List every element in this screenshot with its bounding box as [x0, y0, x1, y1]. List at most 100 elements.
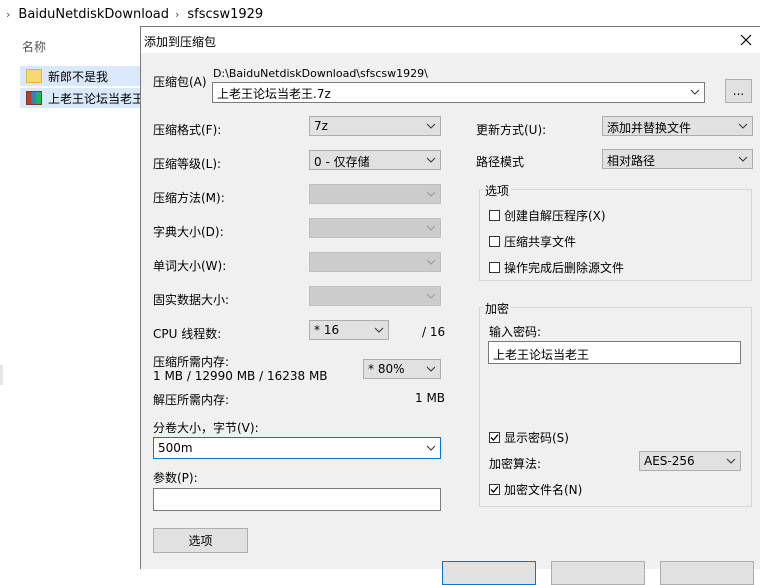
- chevron-down-icon: [426, 259, 436, 265]
- algo-select[interactable]: AES-256: [639, 451, 741, 471]
- mem-comp-value: 1 MB / 12990 MB / 16238 MB: [153, 369, 328, 383]
- threads-select[interactable]: * 16: [309, 320, 389, 340]
- format-label: 压缩格式(F):: [153, 123, 222, 137]
- format-value: 7z: [314, 119, 328, 133]
- path-mode-value: 相对路径: [607, 154, 656, 168]
- chevron-down-icon: [426, 157, 436, 163]
- file-name: 新郎不是我: [48, 69, 109, 84]
- chevron-right-icon: ›: [6, 7, 11, 21]
- encrypt-names-label: 加密文件名(N): [504, 483, 583, 497]
- chevron-down-icon: [690, 89, 700, 95]
- options-group-title: 选项: [483, 182, 512, 199]
- password-input[interactable]: 上老王论坛当老王: [488, 341, 741, 364]
- sfx-checkbox[interactable]: 创建自解压程序(X): [489, 207, 606, 224]
- volume-value: 500m: [158, 441, 193, 455]
- path-mode-label: 路径模式: [476, 155, 525, 169]
- level-select[interactable]: 0 - 仅存储: [309, 150, 441, 170]
- update-value: 添加并替换文件: [607, 121, 692, 135]
- params-input[interactable]: [153, 488, 441, 511]
- chevron-down-icon: [726, 458, 736, 464]
- chevron-down-icon: [426, 191, 436, 197]
- options-button[interactable]: 选项: [153, 528, 248, 553]
- shared-files-label: 压缩共享文件: [504, 235, 577, 249]
- encryption-group-title: 加密: [483, 300, 512, 317]
- folder-icon: [26, 69, 42, 83]
- dict-select: [309, 218, 441, 238]
- archive-icon: [26, 91, 42, 105]
- checkmark-icon: [490, 486, 499, 493]
- volume-combo[interactable]: 500m: [153, 437, 441, 459]
- mem-percent-select[interactable]: * 80%: [363, 359, 441, 379]
- mem-decomp-label: 解压所需内存:: [153, 393, 230, 407]
- shared-files-checkbox[interactable]: 压缩共享文件: [489, 233, 576, 250]
- archive-name-value: 上老王论坛当老王.7z: [217, 87, 331, 101]
- breadcrumb-item-folder[interactable]: sfscsw1929: [187, 7, 263, 22]
- method-label: 压缩方法(M):: [153, 191, 225, 205]
- sfx-label: 创建自解压程序(X): [504, 209, 606, 223]
- dialog-title: 添加到压缩包: [144, 35, 217, 49]
- algo-value: AES-256: [644, 454, 695, 468]
- chevron-down-icon: [426, 293, 436, 299]
- chevron-down-icon: [738, 123, 748, 129]
- scroll-edge: [0, 365, 3, 385]
- archive-label: 压缩包(A): [153, 75, 207, 89]
- word-label: 单词大小(W):: [153, 259, 227, 273]
- chevron-down-icon: [738, 156, 748, 162]
- path-mode-select[interactable]: 相对路径: [602, 149, 753, 169]
- show-password-checkbox[interactable]: 显示密码(S): [489, 429, 569, 446]
- level-value: 0 - 仅存储: [314, 155, 370, 169]
- chevron-down-icon: [426, 366, 436, 372]
- show-password-label: 显示密码(S): [504, 431, 569, 445]
- checkbox-box[interactable]: [489, 262, 500, 273]
- threads-value: * 16: [314, 323, 340, 337]
- mem-comp-label: 压缩所需内存:: [153, 355, 230, 369]
- delete-source-label: 操作完成后删除源文件: [504, 261, 625, 275]
- encrypt-names-checkbox[interactable]: 加密文件名(N): [489, 481, 582, 498]
- close-button[interactable]: [731, 27, 760, 53]
- checkbox-box[interactable]: [489, 236, 500, 247]
- volume-label: 分卷大小，字节(V):: [153, 421, 259, 435]
- format-select[interactable]: 7z: [309, 116, 441, 136]
- delete-source-checkbox[interactable]: 操作完成后删除源文件: [489, 259, 624, 276]
- algo-label: 加密算法:: [489, 457, 542, 471]
- list-item[interactable]: 上老王论坛当老王: [20, 88, 145, 108]
- help-button[interactable]: [660, 561, 754, 585]
- solid-select: [309, 286, 441, 306]
- password-label: 输入密码:: [489, 325, 542, 339]
- file-name: 上老王论坛当老王: [48, 91, 145, 106]
- mem-decomp-value: 1 MB: [415, 391, 446, 405]
- title-bar[interactable]: 添加到压缩包: [141, 27, 760, 53]
- close-icon: [740, 34, 752, 46]
- word-select: [309, 252, 441, 272]
- threads-total: / 16: [422, 325, 446, 339]
- archive-path: D:\BaiduNetdiskDownload\sfscsw1929\: [213, 67, 428, 80]
- level-label: 压缩等级(L):: [153, 157, 222, 171]
- chevron-down-icon: [426, 123, 436, 129]
- params-label: 参数(P):: [153, 471, 198, 485]
- ok-button[interactable]: [442, 561, 536, 585]
- password-value: 上老王论坛当老王: [493, 348, 590, 362]
- column-header-name[interactable]: 名称: [22, 38, 46, 55]
- dict-label: 字典大小(D):: [153, 225, 224, 239]
- breadcrumb-item-downloads[interactable]: BaiduNetdiskDownload: [18, 7, 169, 22]
- chevron-down-icon: [426, 225, 436, 231]
- method-select: [309, 184, 441, 204]
- mem-percent-value: * 80%: [368, 362, 405, 376]
- chevron-down-icon: [374, 327, 384, 333]
- chevron-down-icon: [426, 445, 436, 451]
- threads-label: CPU 线程数:: [153, 327, 222, 341]
- checkbox-box[interactable]: [489, 210, 500, 221]
- breadcrumb: › BaiduNetdiskDownload › sfscsw1929: [0, 0, 760, 28]
- cancel-button[interactable]: [551, 561, 645, 585]
- checkmark-icon: [490, 434, 499, 441]
- update-label: 更新方式(U):: [476, 123, 547, 137]
- list-item[interactable]: 新郎不是我: [20, 66, 145, 86]
- add-to-archive-dialog: 添加到压缩包 压缩包(A) D:\BaiduNetdiskDownload\sf…: [140, 26, 760, 585]
- checkbox-box[interactable]: [489, 432, 500, 443]
- update-select[interactable]: 添加并替换文件: [602, 116, 753, 136]
- browse-button[interactable]: ...: [725, 79, 752, 103]
- solid-label: 固实数据大小:: [153, 293, 230, 307]
- archive-name-combo[interactable]: 上老王论坛当老王.7z: [212, 82, 705, 103]
- chevron-right-icon: ›: [175, 7, 180, 21]
- checkbox-box[interactable]: [489, 484, 500, 495]
